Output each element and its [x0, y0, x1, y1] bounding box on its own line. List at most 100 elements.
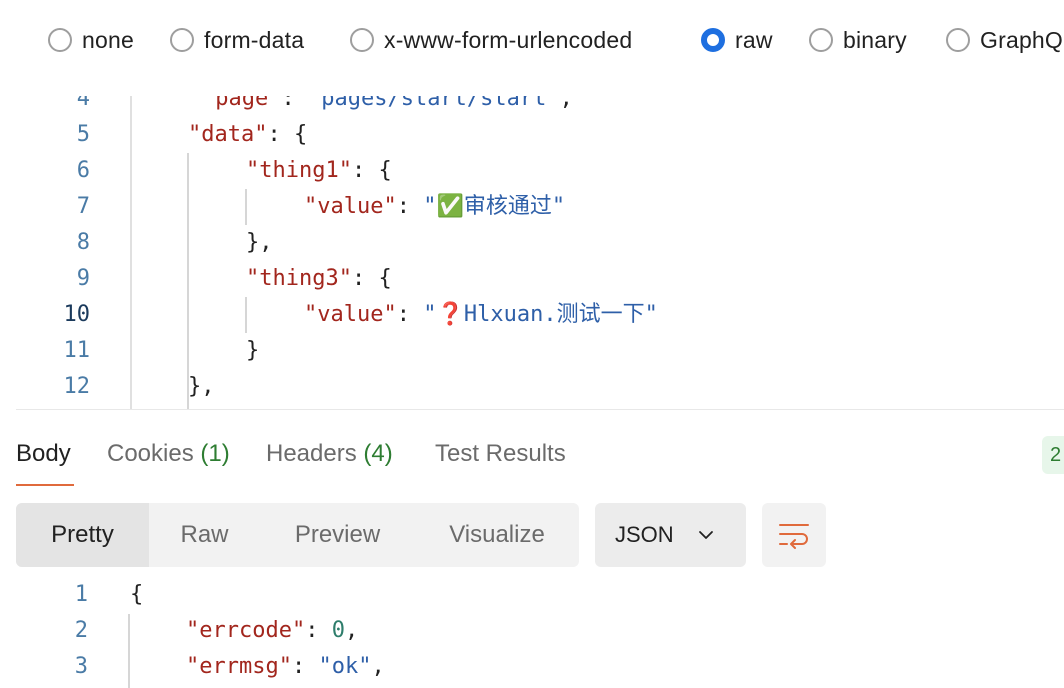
code-text: "value": "✅审核通过": [304, 189, 565, 225]
radio-label: form-data: [204, 26, 305, 53]
tab-cookies-count: (1): [200, 440, 230, 467]
code-text: }: [246, 333, 259, 369]
radio-circle-icon: [170, 28, 194, 52]
chevron-down-icon: [699, 531, 713, 539]
code-text: {: [130, 577, 143, 613]
code-text: },: [246, 225, 273, 261]
code-text: "thing1": {: [246, 153, 392, 189]
tab-headers[interactable]: Headers (4): [266, 440, 393, 468]
radio-none[interactable]: none: [48, 27, 134, 53]
response-format-select[interactable]: JSON: [595, 503, 746, 567]
code-token: }: [246, 338, 260, 363]
code-token: "pages/start/start": [307, 96, 560, 111]
line-number: 7: [76, 194, 90, 219]
tab-body-label: Body: [16, 440, 71, 467]
code-token: "thing3": [246, 266, 352, 291]
active-tab-underline: [16, 484, 74, 486]
radio-circle-icon: [809, 28, 833, 52]
code-line: 2 "errcode": 0,: [16, 613, 1064, 649]
radio-circle-icon: [946, 28, 970, 52]
radio-raw[interactable]: raw: [701, 27, 773, 53]
code-token: "page": [202, 96, 282, 111]
code-line: 6 "thing1": {: [16, 153, 1064, 189]
view-pretty-button[interactable]: Pretty: [16, 503, 149, 567]
code-token: {: [130, 582, 144, 607]
code-token: : {: [267, 122, 308, 147]
code-token: "thing1": [246, 158, 352, 183]
code-token: ,: [344, 618, 359, 643]
tab-test-results-label: Test Results: [435, 440, 566, 467]
code-token: : {: [351, 158, 392, 183]
response-tabs: Body Cookies (1) Headers (4) Test Result…: [0, 420, 1064, 490]
line-number: 6: [76, 158, 90, 183]
code-token: "errmsg": [186, 654, 292, 679]
code-token: : {: [351, 266, 392, 291]
radio-label: GraphQL: [980, 26, 1064, 53]
view-raw-button[interactable]: Raw: [149, 503, 260, 567]
line-number: 12: [63, 374, 91, 399]
view-visualize-button[interactable]: Visualize: [415, 503, 579, 567]
code-line: 5 "data": {: [16, 117, 1064, 153]
tab-body[interactable]: Body: [16, 440, 71, 468]
code-text: "errmsg": "ok",: [186, 649, 385, 685]
code-token: 0: [331, 618, 345, 643]
code-token: "data": [188, 122, 268, 147]
tab-headers-label: Headers: [266, 440, 357, 467]
radio-form-data[interactable]: form-data: [170, 27, 304, 53]
radio-circle-checked-icon: [701, 28, 725, 52]
code-text: },: [188, 369, 215, 405]
line-number: 10: [63, 302, 91, 327]
code-token: "value": [304, 302, 397, 327]
radio-x-www-form-urlencoded[interactable]: x-www-form-urlencoded: [350, 27, 632, 53]
code-text: "value": "❓Hlxuan.测试一下": [304, 297, 658, 333]
tab-headers-count: (4): [363, 440, 393, 467]
tab-cookies[interactable]: Cookies (1): [107, 440, 230, 468]
code-token: :: [281, 96, 308, 111]
line-number: 11: [63, 338, 91, 363]
tab-test-results[interactable]: Test Results: [435, 440, 566, 468]
view-preview-button[interactable]: Preview: [260, 503, 415, 567]
code-line: 11}: [16, 333, 1064, 369]
code-line: 7 "value": "✅审核通过": [16, 189, 1064, 225]
radio-label: raw: [735, 26, 773, 53]
line-number: 1: [74, 582, 88, 607]
code-token: },: [188, 374, 215, 399]
text-wrap-icon: [779, 524, 809, 549]
line-number: 3: [74, 654, 88, 679]
radio-graphql[interactable]: GraphQL: [946, 27, 1064, 53]
code-token: "errcode": [186, 618, 306, 643]
code-token: ,: [559, 96, 573, 111]
code-token: },: [246, 230, 273, 255]
tab-cookies-label: Cookies: [107, 440, 194, 467]
code-line: 1{: [16, 577, 1064, 613]
line-number: 2: [74, 618, 88, 643]
response-body-viewer[interactable]: 1{2 "errcode": 0, 3 "errmsg": "ok",: [0, 576, 1064, 688]
code-text: "errcode": 0,: [186, 613, 358, 649]
line-number: 8: [76, 230, 90, 255]
code-token: "✅审核通过": [423, 194, 566, 219]
code-token: "ok": [318, 654, 372, 679]
radio-binary[interactable]: binary: [809, 27, 907, 53]
code-line: 10 "value": "❓Hlxuan.测试一下": [16, 297, 1064, 333]
line-number: 4: [76, 96, 90, 111]
text-wrap-button[interactable]: [762, 503, 826, 567]
code-token: "❓Hlxuan.测试一下": [423, 302, 658, 327]
line-number: 9: [76, 266, 90, 291]
code-token: "value": [304, 194, 397, 219]
code-token: :: [305, 618, 332, 643]
status-badge: 2: [1042, 436, 1064, 474]
code-line: 4 "page": "pages/start/start",: [16, 96, 1064, 117]
request-body-editor[interactable]: 4 "page": "pages/start/start", 5 "data": {6…: [16, 96, 1064, 410]
code-line: 9 "thing3": {: [16, 261, 1064, 297]
body-type-radio-group: none form-data x-www-form-urlencoded raw…: [0, 0, 1064, 80]
code-token: :: [291, 654, 319, 679]
radio-label: none: [82, 26, 134, 53]
format-select-value: JSON: [615, 522, 674, 547]
code-text: "page": "pages/start/start",: [202, 96, 573, 117]
code-token: ,: [371, 654, 385, 679]
code-token: :: [396, 194, 424, 219]
radio-label: x-www-form-urlencoded: [384, 26, 633, 53]
radio-circle-icon: [48, 28, 72, 52]
view-mode-segmented-control: Pretty Raw Preview Visualize: [16, 503, 579, 567]
code-text: "thing3": {: [246, 261, 392, 297]
